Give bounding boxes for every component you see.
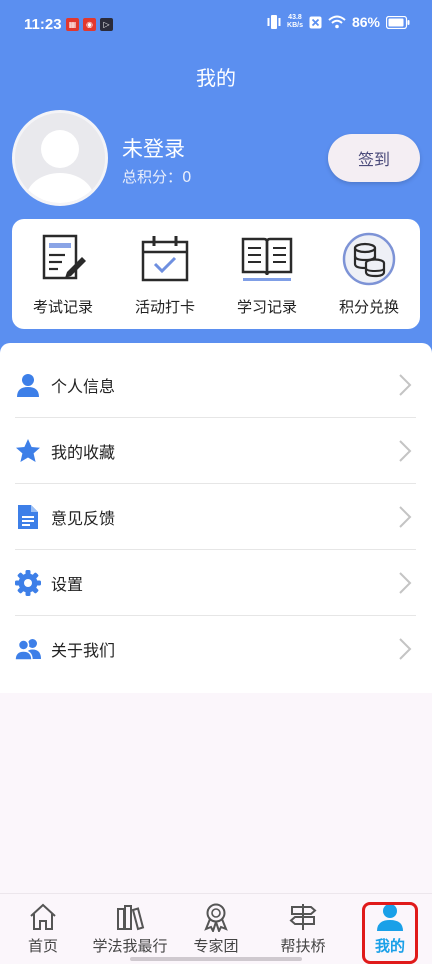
page-title: 我的 (196, 66, 236, 90)
tab-home[interactable]: 首页 (18, 894, 68, 964)
no-sim-icon (309, 16, 322, 28)
checkin-button[interactable]: 签到 (328, 134, 420, 182)
books-icon (117, 905, 145, 931)
tab-study-law[interactable]: 学法我最行 (86, 894, 174, 964)
chevron-right-icon (399, 572, 412, 594)
menu-item-label: 意见反馈 (51, 509, 116, 528)
tab-label: 首页 (27, 937, 58, 955)
chevron-right-icon (399, 440, 412, 462)
shortcut-activity-checkin[interactable]: 活动打卡 (114, 219, 216, 329)
app-notification-icon: ◉ (83, 18, 96, 31)
status-time: 11:23 (24, 16, 62, 33)
coins-stack-icon (342, 232, 396, 286)
signpost-icon (289, 904, 317, 930)
shortcut-exam-record[interactable]: 考试记录 (12, 219, 114, 329)
menu-item-feedback[interactable]: 意见反馈 (0, 484, 432, 550)
video-app-icon: ▷ (100, 18, 113, 31)
tab-label: 帮扶桥 (280, 937, 326, 955)
shortcut-label: 学习记录 (236, 298, 297, 316)
menu-item-favorites[interactable]: 我的收藏 (0, 418, 432, 484)
chevron-right-icon (399, 506, 412, 528)
tab-label: 学法我最行 (92, 937, 168, 955)
open-book-icon (241, 237, 293, 281)
avatar[interactable] (12, 110, 108, 206)
tab-label: 专家团 (193, 937, 239, 955)
wifi-icon (328, 15, 346, 29)
total-points: 总积分：0 (122, 168, 192, 186)
menu-item-label: 设置 (51, 575, 84, 594)
shortcut-study-record[interactable]: 学习记录 (216, 219, 318, 329)
gear-icon (15, 570, 41, 596)
shortcut-label: 积分兑换 (338, 298, 399, 316)
group-icon (14, 639, 41, 661)
menu-item-label: 关于我们 (51, 641, 116, 660)
chevron-right-icon (399, 638, 412, 660)
menu-list: 个人信息 我的收藏 意见反馈 设置 关于我们 (0, 343, 432, 693)
menu-item-about-us[interactable]: 关于我们 (0, 616, 432, 682)
menu-item-personal-info[interactable]: 个人信息 (0, 352, 432, 418)
shortcut-points-exchange[interactable]: 积分兑换 (318, 219, 420, 329)
battery-icon (386, 15, 410, 29)
battery-percentage: 86% (351, 14, 380, 30)
tab-help-bridge[interactable]: 帮扶桥 (274, 894, 332, 964)
exam-record-icon (42, 234, 86, 280)
document-icon (18, 505, 38, 529)
net-speed: 43.8 KB/s (287, 14, 303, 30)
menu-item-label: 个人信息 (51, 377, 116, 396)
status-bar: 11:23 ▦ ◉ ▷ 43.8 KB/s 86% (0, 0, 432, 52)
net-speed-unit: KB/s (287, 22, 303, 29)
vibrate-icon (267, 15, 281, 29)
active-tab-highlight (362, 902, 418, 964)
shortcut-card: 考试记录 活动打卡 学习记录 积分兑换 (12, 219, 420, 329)
chevron-right-icon (399, 374, 412, 396)
home-indicator[interactable] (130, 957, 302, 961)
calendar-check-icon (141, 236, 189, 282)
username[interactable]: 未登录 (122, 133, 185, 163)
status-right: 43.8 KB/s 86% (267, 14, 410, 30)
menu-item-label: 我的收藏 (51, 443, 116, 462)
person-icon (17, 374, 39, 397)
shortcut-label: 考试记录 (32, 298, 93, 316)
status-app-icons: ▦ ◉ ▷ (66, 18, 113, 31)
star-icon (16, 439, 40, 462)
default-avatar-icon (15, 113, 105, 203)
award-icon (204, 903, 228, 932)
net-speed-value: 43.8 (288, 14, 302, 21)
menu-item-settings[interactable]: 设置 (0, 550, 432, 616)
app-notification-icon: ▦ (66, 18, 79, 31)
tab-expert-team[interactable]: 专家团 (186, 894, 246, 964)
shortcut-label: 活动打卡 (134, 298, 195, 316)
home-icon (30, 903, 56, 930)
